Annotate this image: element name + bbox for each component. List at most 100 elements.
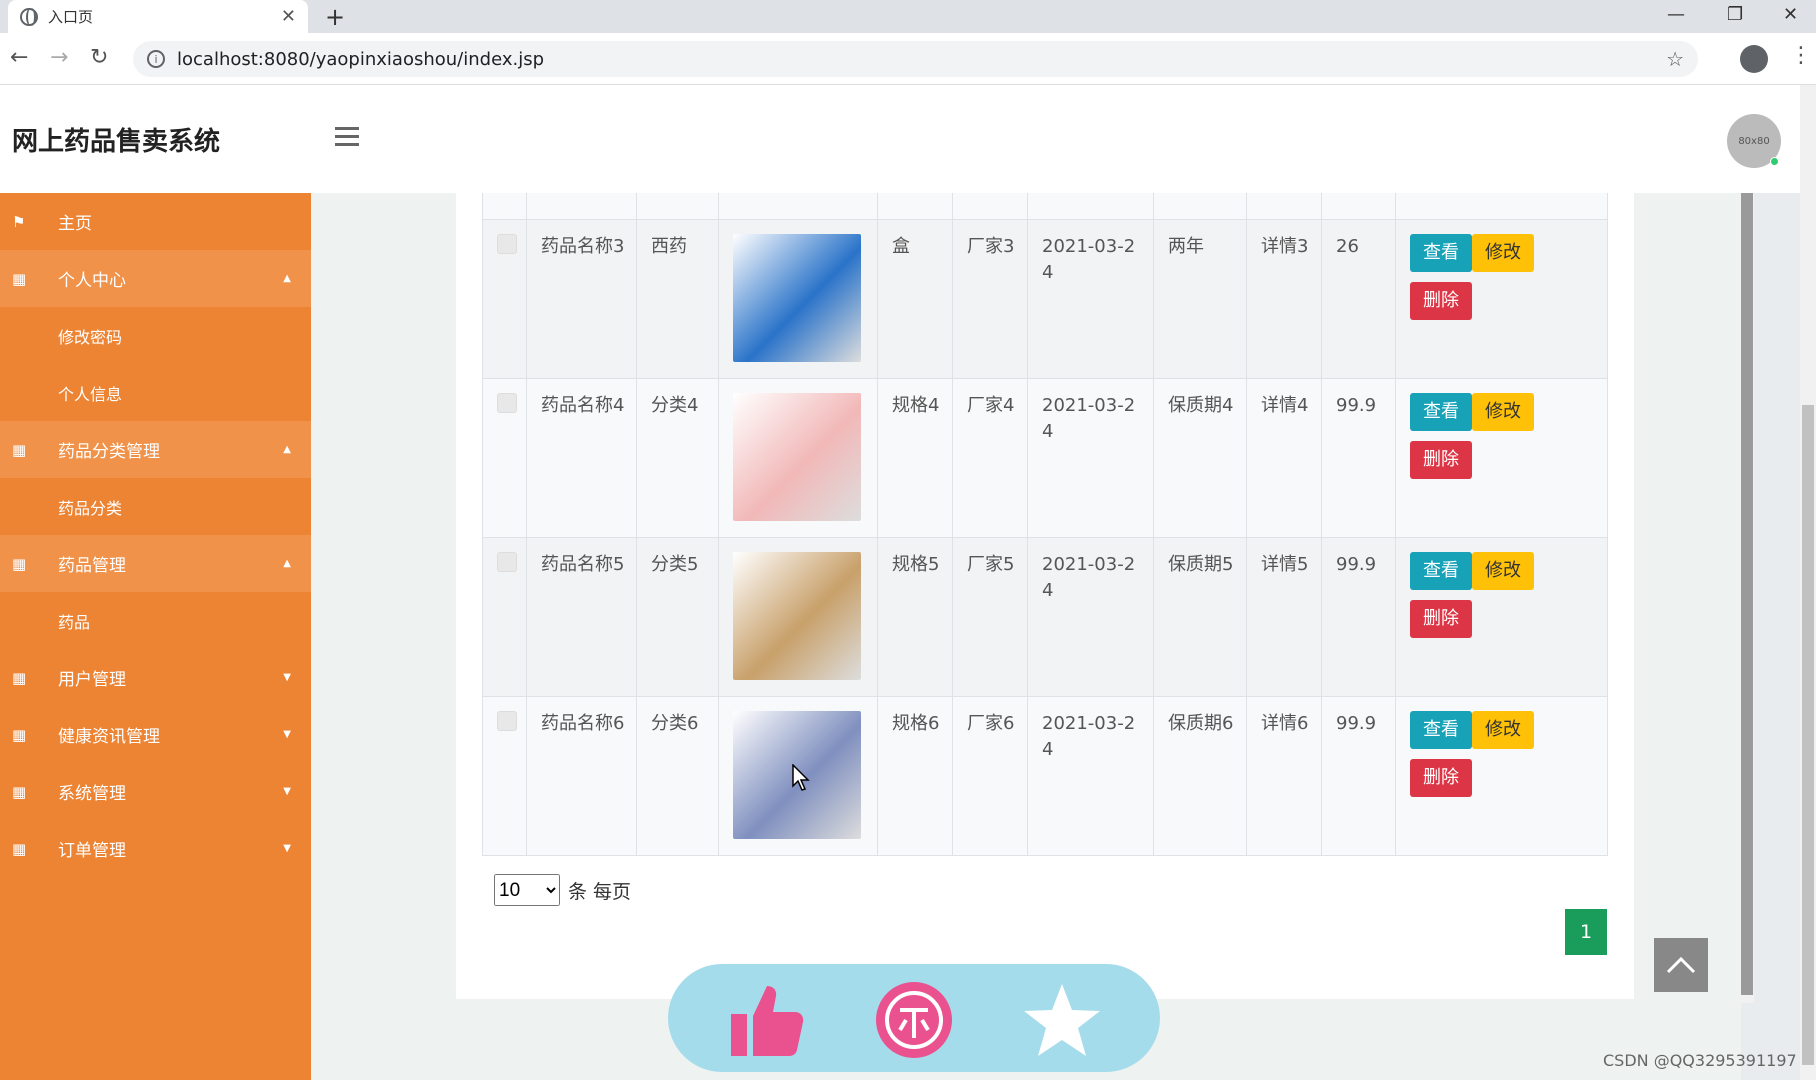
cell-shelf: 两年 — [1153, 220, 1246, 378]
sidebar-item-order-mgmt[interactable]: ▦ 订单管理 ▼ — [0, 820, 311, 877]
cell-text: 26 — [1336, 236, 1359, 257]
sidebar-subitem-change-password[interactable]: 修改密码 — [0, 307, 311, 364]
online-status-dot — [1770, 157, 1779, 166]
cell-price: 99.9 — [1321, 538, 1395, 696]
table-bottom-border — [482, 855, 1608, 856]
sidebar-subitem-drug[interactable]: 药品 — [0, 592, 311, 649]
browser-toolbar: ← → ↻ i localhost:8080/yaopinxiaoshou/in… — [0, 33, 1816, 85]
delete-button[interactable]: 删除 — [1410, 600, 1472, 638]
cell-text: 盒 — [892, 236, 910, 257]
cell-date: 2021-03-24 — [1027, 697, 1153, 855]
cell-text: 厂家3 — [967, 236, 1015, 257]
tab-title: 入口页 — [48, 8, 94, 26]
image-cell — [718, 220, 877, 378]
caret-down-icon: ▼ — [283, 786, 291, 797]
bookmark-star-icon[interactable]: ☆ — [1666, 47, 1684, 71]
row-checkbox[interactable] — [497, 552, 517, 572]
sidebar-item-personal-center[interactable]: ▦ 个人中心 ▲ — [0, 250, 311, 307]
sidebar-subitem-profile[interactable]: 个人信息 — [0, 364, 311, 421]
sidebar-item-health-news-mgmt[interactable]: ▦ 健康资讯管理 ▼ — [0, 706, 311, 763]
browser-tab-strip: 入口页 ✕ + — ❐ ✕ — [0, 0, 1816, 33]
star-favorite-icon[interactable] — [1020, 978, 1104, 1062]
sidebar-item-drug-mgmt[interactable]: ▦ 药品管理 ▲ — [0, 535, 311, 592]
cell-spec: 规格4 — [877, 379, 952, 537]
row-checkbox[interactable] — [497, 393, 517, 413]
cell-text: 2021-03-24 — [1042, 554, 1136, 601]
delete-button[interactable]: 删除 — [1410, 441, 1472, 479]
cell-text: 99.9 — [1336, 554, 1377, 575]
browser-menu-icon[interactable]: ⋮ — [1790, 43, 1812, 68]
page-number-button[interactable]: 1 — [1565, 909, 1607, 955]
row-checkbox[interactable] — [497, 234, 517, 254]
edit-button[interactable]: 修改 — [1472, 393, 1534, 431]
forward-icon[interactable]: → — [50, 45, 68, 70]
image-cell — [718, 538, 877, 696]
inner-scrollbar[interactable] — [1740, 193, 1754, 1003]
grid-icon: ▦ — [12, 269, 27, 288]
select-cell — [482, 538, 526, 696]
sidebar-item-system-mgmt[interactable]: ▦ 系统管理 ▼ — [0, 763, 311, 820]
account-icon[interactable] — [1740, 45, 1768, 73]
sidebar-subitem-drug-category[interactable]: 药品分类 — [0, 478, 311, 535]
cell-text: 药品名称6 — [541, 713, 625, 734]
view-button[interactable]: 查看 — [1410, 711, 1472, 749]
cell-name: 药品名称3 — [526, 220, 636, 378]
hamburger-menu-icon[interactable] — [335, 127, 359, 151]
address-bar[interactable]: i localhost:8080/yaopinxiaoshou/index.js… — [133, 41, 1698, 77]
caret-down-icon: ▼ — [283, 729, 291, 740]
cell-detail: 详情5 — [1246, 538, 1321, 696]
cell-price: 99.9 — [1321, 697, 1395, 855]
actions-cell: 查看 修改 删除 — [1395, 220, 1608, 378]
drug-image — [733, 234, 861, 362]
coin-icon[interactable] — [872, 978, 956, 1062]
row-checkbox[interactable] — [497, 711, 517, 731]
sidebar-item-label: 药品管理 — [58, 556, 126, 576]
cell-text: 详情3 — [1261, 236, 1309, 257]
edit-button[interactable]: 修改 — [1472, 711, 1534, 749]
cell-text: 厂家6 — [967, 713, 1015, 734]
mouse-cursor-icon — [792, 764, 810, 791]
edit-button[interactable]: 修改 — [1472, 234, 1534, 272]
table-row: 药品名称6 分类6 规格6 厂家6 2021-03-24 保质期6 详情6 99.9 查看 修改删… — [482, 696, 1608, 855]
delete-button[interactable]: 删除 — [1410, 759, 1472, 797]
cell-text: 规格4 — [892, 395, 940, 416]
cell-detail: 详情3 — [1246, 220, 1321, 378]
actions-cell: 查看 修改 删除 — [1395, 379, 1608, 537]
reaction-bar — [668, 964, 1160, 1072]
close-window-button[interactable]: ✕ — [1783, 4, 1798, 25]
select-cell — [482, 379, 526, 537]
cell-name: 药品名称5 — [526, 538, 636, 696]
drug-image — [733, 552, 861, 680]
restore-button[interactable]: ❐ — [1727, 4, 1743, 25]
thumbs-up-icon[interactable] — [724, 978, 808, 1062]
sidebar-item-user-mgmt[interactable]: ▦ 用户管理 ▼ — [0, 649, 311, 706]
cell-text: 西药 — [651, 236, 687, 257]
sidebar-item-home[interactable]: ⚑ 主页 — [0, 193, 311, 250]
view-button[interactable]: 查看 — [1410, 234, 1472, 272]
browser-tab[interactable]: 入口页 ✕ — [8, 0, 308, 33]
view-button[interactable]: 查看 — [1410, 393, 1472, 431]
edit-button[interactable]: 修改 — [1472, 552, 1534, 590]
cell-text: 分类5 — [651, 554, 699, 575]
back-to-top-button[interactable] — [1654, 938, 1708, 992]
cell-shelf: 保质期4 — [1153, 379, 1246, 537]
avatar[interactable]: 80x80 — [1727, 114, 1781, 168]
close-tab-icon[interactable]: ✕ — [281, 6, 296, 27]
info-icon[interactable]: i — [147, 50, 165, 68]
sidebar-item-label: 用户管理 — [58, 670, 126, 690]
sidebar-item-label: 健康资讯管理 — [58, 727, 160, 747]
sidebar-item-drug-category-mgmt[interactable]: ▦ 药品分类管理 ▲ — [0, 421, 311, 478]
grid-icon: ▦ — [12, 782, 27, 801]
new-tab-button[interactable]: + — [325, 3, 345, 31]
page-size-select[interactable]: 10 — [494, 874, 560, 906]
reload-icon[interactable]: ↻ — [90, 45, 108, 70]
cell-price: 99.9 — [1321, 379, 1395, 537]
page-scrollbar[interactable] — [1800, 85, 1816, 1080]
view-button[interactable]: 查看 — [1410, 552, 1472, 590]
minimize-button[interactable]: — — [1667, 4, 1685, 25]
cell-shelf: 保质期5 — [1153, 538, 1246, 696]
delete-button[interactable]: 删除 — [1410, 282, 1472, 320]
cell-spec: 规格5 — [877, 538, 952, 696]
back-icon[interactable]: ← — [10, 45, 28, 70]
cell-category: 分类6 — [636, 697, 718, 855]
